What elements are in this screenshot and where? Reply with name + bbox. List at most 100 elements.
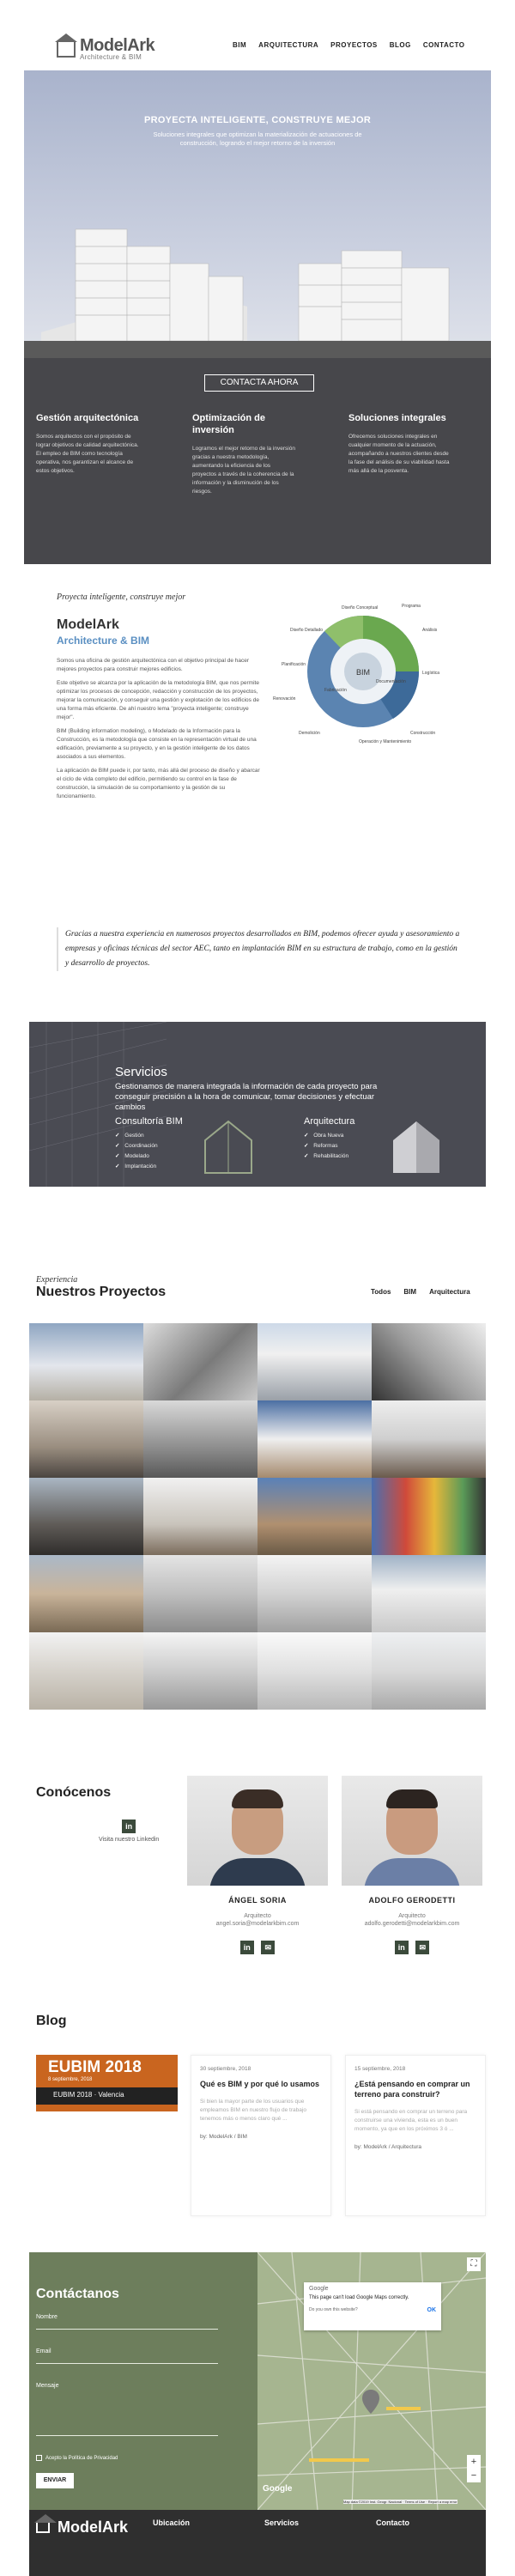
banner-title: EUBIM 2018 [48, 2058, 142, 2076]
project-tile[interactable] [372, 1555, 486, 1632]
diagram-label: Diseño Conceptual [342, 605, 378, 611]
buildings-illustration [24, 228, 491, 358]
footer-col-servicios: Servicios [264, 2518, 300, 2527]
field-label: Mensaje [36, 2383, 59, 2389]
about-paragraph: La aplicación de BIM puede ir, por tanto… [57, 768, 260, 799]
feature-title: Gestión arquitectónica [36, 413, 139, 423]
service-item: Modelado [115, 1151, 183, 1162]
zoom-controls[interactable]: + − [467, 2455, 481, 2482]
service-item: Implantación [115, 1162, 183, 1172]
project-tile[interactable] [29, 1323, 143, 1400]
member-name: ADOLFO GERODETTI [368, 1896, 456, 1905]
feature-gestion: Gestión arquitectónica Somos arquitectos… [36, 412, 139, 476]
feature-title: Optimización de inversión [192, 413, 265, 435]
diagram-label: Logística [422, 671, 439, 676]
project-tile[interactable] [372, 1400, 486, 1478]
project-tile[interactable] [258, 1555, 372, 1632]
dialog-brand: Google [309, 2286, 329, 2292]
post-excerpt: Si bien la mayor parte de los usuarios q… [200, 2099, 306, 2122]
blog-banner-eubim[interactable]: EUBIM 2018 8 septiembre, 2018 EUBIM 2018… [36, 2055, 178, 2111]
service-item: Obra Nueva [304, 1131, 354, 1141]
project-tile[interactable] [29, 1632, 143, 1710]
email-icon[interactable]: ✉ [261, 1941, 276, 1954]
footer-col-contacto: Contacto [376, 2518, 409, 2527]
menu-item-blog[interactable]: BLOG [390, 41, 411, 49]
diagram-label: Documentación [376, 679, 406, 684]
menu-item-proyectos[interactable]: PROYECTOS [330, 41, 378, 49]
contact-email-group: Email [36, 2348, 258, 2364]
menu-item-contacto[interactable]: CONTACTO [423, 41, 465, 49]
about-section: Proyecta inteligente, construye mejor Mo… [57, 592, 263, 806]
filter-todos[interactable]: Todos [371, 1288, 391, 1296]
dialog-ok-button[interactable]: OK [427, 2307, 437, 2313]
project-tile[interactable] [143, 1555, 258, 1632]
about-paragraph: Somos una oficina de gestión arquitectón… [57, 658, 250, 672]
project-tile[interactable] [372, 1632, 486, 1710]
filter-bim[interactable]: BIM [403, 1288, 416, 1296]
about-paragraph: BIM (Building information modeling), o M… [57, 728, 257, 760]
project-tile[interactable] [29, 1478, 143, 1555]
name-field[interactable] [36, 2329, 218, 2330]
house-solid-icon [393, 1121, 439, 1173]
project-tile[interactable] [258, 1478, 372, 1555]
email-field[interactable] [36, 2363, 218, 2364]
services-column-title: Consultoría BIM [115, 1116, 183, 1127]
linkedin-icon[interactable]: in [239, 1941, 254, 1954]
site-logo[interactable]: ModelArk Architecture & BIM [55, 33, 155, 61]
filter-arquitectura[interactable]: Arquitectura [429, 1288, 470, 1296]
project-tile[interactable] [143, 1323, 258, 1400]
experience-quote: Gracias a nuestra experiencia en numeros… [57, 927, 460, 971]
project-tile[interactable] [143, 1632, 258, 1710]
avatar [187, 1776, 328, 1886]
project-tile[interactable] [143, 1400, 258, 1478]
contact-message-group: Mensaje [36, 2383, 258, 2436]
linkedin-icon[interactable]: in [122, 1820, 136, 1833]
projects-tagline: Experiencia [36, 1275, 78, 1285]
project-tile[interactable] [258, 1400, 372, 1478]
feature-soluciones: Soluciones integrales Ofrecemos solucion… [348, 412, 451, 476]
contact-section: Contáctanos Nombre Email Mensaje Acepto … [29, 2252, 258, 2510]
team-linkedin[interactable]: in Visita nuestro Linkedin [99, 1818, 159, 1843]
email-icon[interactable]: ✉ [415, 1941, 430, 1954]
service-item: Gestión [115, 1131, 183, 1141]
linkedin-icon[interactable]: in [394, 1941, 409, 1954]
checkbox-icon[interactable] [36, 2455, 42, 2461]
house-logo-icon [34, 2513, 57, 2533]
contact-now-button[interactable]: CONTACTA AHORA [204, 374, 314, 392]
house-wireframe-icon [204, 1120, 252, 1174]
member-email[interactable]: adolfo.gerodetti@modelarkbim.com [342, 1921, 482, 1927]
project-tile[interactable] [372, 1478, 486, 1555]
post-title[interactable]: ¿Está pensando en comprar un terreno par… [354, 2079, 476, 2099]
service-item: Coordinación [115, 1141, 183, 1151]
project-tile[interactable] [258, 1323, 372, 1400]
project-tile[interactable] [29, 1555, 143, 1632]
privacy-checkbox[interactable]: Acepto la Política de Privacidad [36, 2455, 258, 2461]
projects-grid [29, 1323, 486, 1710]
privacy-label: Acepto la Política de Privacidad [45, 2455, 118, 2461]
logo-name: ModelArk [80, 36, 155, 55]
fullscreen-icon[interactable]: ⛶ [467, 2257, 481, 2271]
feature-text: Logramos el mejor retorno de la inversió… [192, 446, 295, 495]
send-button[interactable]: ENVIAR [36, 2473, 74, 2488]
diagram-label: Planificación [282, 662, 306, 667]
diagram-label: Renovación [273, 696, 296, 702]
avatar [342, 1776, 482, 1886]
project-tile[interactable] [258, 1632, 372, 1710]
footer-logo[interactable]: ModelArk [34, 2513, 128, 2537]
blog-post-card[interactable]: 30 septiembre, 2018 Qué es BIM y por qué… [191, 2055, 331, 2216]
post-title[interactable]: Qué es BIM y por qué lo usamos [200, 2079, 322, 2089]
bim-lifecycle-diagram: BIM Diseño Conceptual Programa Análisis … [273, 604, 439, 744]
dialog-question: Do you own this website? [309, 2307, 358, 2312]
message-field[interactable] [36, 2435, 218, 2436]
project-tile[interactable] [372, 1323, 486, 1400]
project-tile[interactable] [143, 1478, 258, 1555]
project-filters: Todos BIM Arquitectura [371, 1288, 470, 1296]
service-item: Reformas [304, 1141, 354, 1151]
menu-item-arquitectura[interactable]: ARQUITECTURA [258, 41, 318, 49]
menu-item-bim[interactable]: BIM [233, 41, 246, 49]
project-tile[interactable] [29, 1400, 143, 1478]
diagram-label: Operación y Mantenimiento [359, 739, 411, 744]
member-email[interactable]: angel.soria@modelarkbim.com [187, 1921, 328, 1927]
member-name: ÁNGEL SORIA [228, 1896, 287, 1905]
blog-post-card[interactable]: 15 septiembre, 2018 ¿Está pensando en co… [345, 2055, 486, 2216]
